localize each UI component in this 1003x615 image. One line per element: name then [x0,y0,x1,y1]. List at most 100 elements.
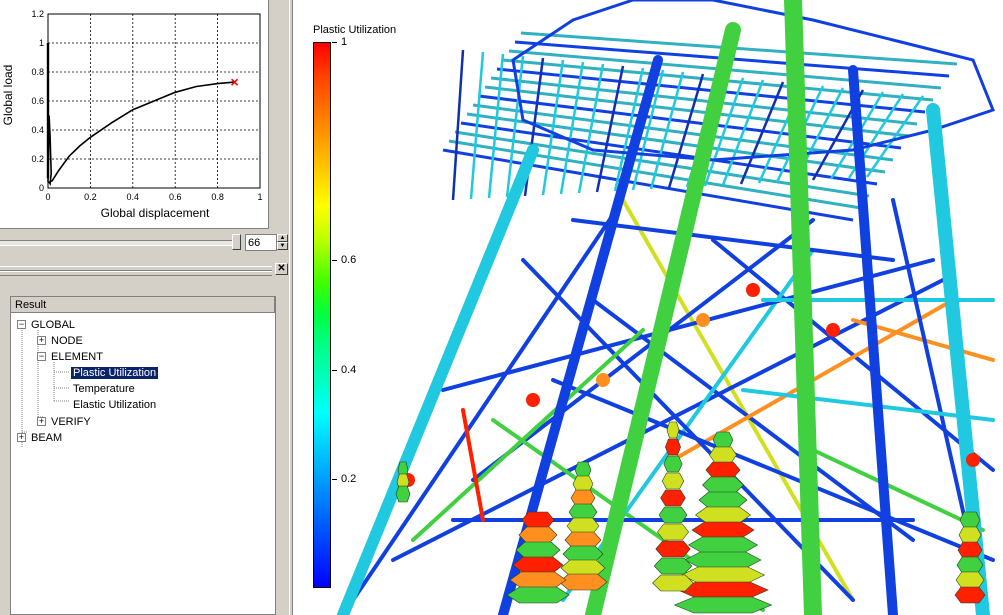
brace-member [461,408,485,522]
pile-segment-left [568,503,598,521]
jacket-leg [337,144,539,615]
pile-segment-center [698,491,748,509]
pile-segment-mid [661,472,685,490]
pile-segment-center [687,536,759,554]
chart-y-tick-label: 1 [39,38,44,48]
legend-tick-label: 0.4 [341,363,357,376]
pile-segment-left [558,573,608,591]
3d-model-viewport[interactable]: Plastic Utilization 1 0.6 0.4 0.2 [293,0,1003,615]
chart-x-tick-label: 0.6 [169,192,182,202]
deck-member [577,63,605,194]
chart-svg: 0 0.2 0.4 0.6 0.8 1 0 0.2 0.4 0.6 0.8 1 1.2 Global d… [1,9,263,220]
legend-tick-mark [332,478,337,480]
pile-segment-mid [660,489,686,507]
jacket-leg [848,65,898,615]
legend-tick-label: 0.6 [341,254,357,267]
pile-segment-right [958,526,982,544]
utilization-hotspot [746,283,760,297]
pile-segment-left [566,517,600,535]
pile-segment-center [684,551,762,569]
load-displacement-chart: 0 0.2 0.4 0.6 0.8 1 0 0.2 0.4 0.6 0.8 1 1.2 Global d… [0,0,269,229]
load-curve-line [47,81,235,186]
tree-item-elastic-utilization[interactable]: Elastic Utilization [73,398,156,412]
pile-segment-mid [657,523,689,541]
tree-item-plastic-utilization[interactable]: Plastic Utilization [69,366,160,380]
pile-segment-center [680,566,766,584]
tree-collapse-global-icon[interactable]: − [17,320,26,329]
legend-tick-mark [332,260,337,262]
pile-segment-center [712,431,734,449]
chart-y-tick-label: 0.2 [31,154,44,164]
legend-tick-mark [332,369,337,371]
pile-segment-mid [653,557,693,575]
chart-y-tick-label: 0 [39,183,44,193]
tree-item-global[interactable]: GLOBAL [31,318,75,332]
chart-y-tick-label: 0.8 [31,67,44,77]
utilization-hotspot [966,453,980,467]
pile-segment-left-base [521,511,555,529]
pile-segment-left [574,461,592,479]
chart-y-axis-label: Global load [1,65,15,126]
utilization-hotspot [826,323,840,337]
step-slider-thumb[interactable] [232,234,241,250]
tree-item-node[interactable]: NODE [51,334,83,348]
chart-x-tick-label: 0 [45,192,50,202]
tree-column-header[interactable]: Result [11,297,275,313]
tree-expand-beam-icon[interactable]: + [17,433,26,442]
results-panel-header: ✕ [0,262,290,278]
left-panel: 0 0.2 0.4 0.6 0.8 1 0 0.2 0.4 0.6 0.8 1 1.2 Global d… [0,0,293,615]
legend-tick-label: 0.2 [341,472,357,485]
tree-item-element[interactable]: ELEMENT [51,350,103,364]
pile-segment-center [709,446,737,464]
chart-x-tick-label: 1 [257,192,262,202]
pile-segment-center [705,461,741,479]
spin-down-button[interactable]: ▼ [277,242,288,250]
jacket-structure-render[interactable] [293,0,1003,615]
chart-x-axis-label: Global displacement [101,206,210,220]
pile-segment-left-base [518,526,558,544]
step-slider-track[interactable] [0,240,238,246]
close-panel-button[interactable]: ✕ [275,263,288,275]
spin-up-button[interactable]: ▲ [277,234,288,242]
pile-segment-right [955,571,985,589]
tree-collapse-element-icon[interactable]: − [37,352,46,361]
utilization-hotspot [596,373,610,387]
chart-x-tick-label: 0.8 [211,192,224,202]
step-slider-row: ▲ ▼ [0,233,290,255]
tree-item-verify[interactable]: VERIFY [51,415,91,429]
result-tree: Result − GLOBAL + NODE − ELEMENT Plastic… [10,296,276,615]
chart-y-tick-label: 1.2 [31,9,44,19]
pile-segment-mid [652,574,694,592]
deck-member [721,79,765,186]
legend-tick-mark [332,42,337,43]
utilization-hotspot [696,313,710,327]
pile-segment-center [691,521,755,539]
tree-expand-verify-icon[interactable]: + [37,417,46,426]
legend-title: Plastic Utilization [313,24,397,36]
legend-color-bar [313,42,331,588]
legend-tick-label: 1 [341,36,348,48]
chart-y-tick-label: 0.4 [31,125,44,135]
chart-x-tick-label: 0.2 [84,192,97,202]
pile-segment-right [959,511,981,529]
pile-segment-mid [658,506,688,524]
pile-segment-right [956,556,984,574]
pile-segment-mid [665,438,681,456]
pile-segment-left-base [512,556,564,574]
utilization-hotspot [526,393,540,407]
pile-segment-mid [666,421,680,439]
step-spinner: ▲ ▼ [277,234,288,251]
tree-item-beam[interactable]: BEAM [31,431,62,445]
tree-item-temperature[interactable]: Temperature [73,382,135,396]
step-number-input[interactable] [245,234,277,251]
pile-segment-mid [655,540,691,558]
pile-segment-left [562,545,604,563]
pile-segment-left-base [506,586,570,604]
pile-segment-mid [663,455,683,473]
panel-grip-lower[interactable] [0,271,272,276]
pile-segment-right [957,541,983,559]
pile-segment-left [564,531,602,549]
pile-segment-left [572,475,594,493]
tree-item-plastic-utilization-label: Plastic Utilization [69,366,160,380]
tree-expand-node-icon[interactable]: + [37,336,46,345]
